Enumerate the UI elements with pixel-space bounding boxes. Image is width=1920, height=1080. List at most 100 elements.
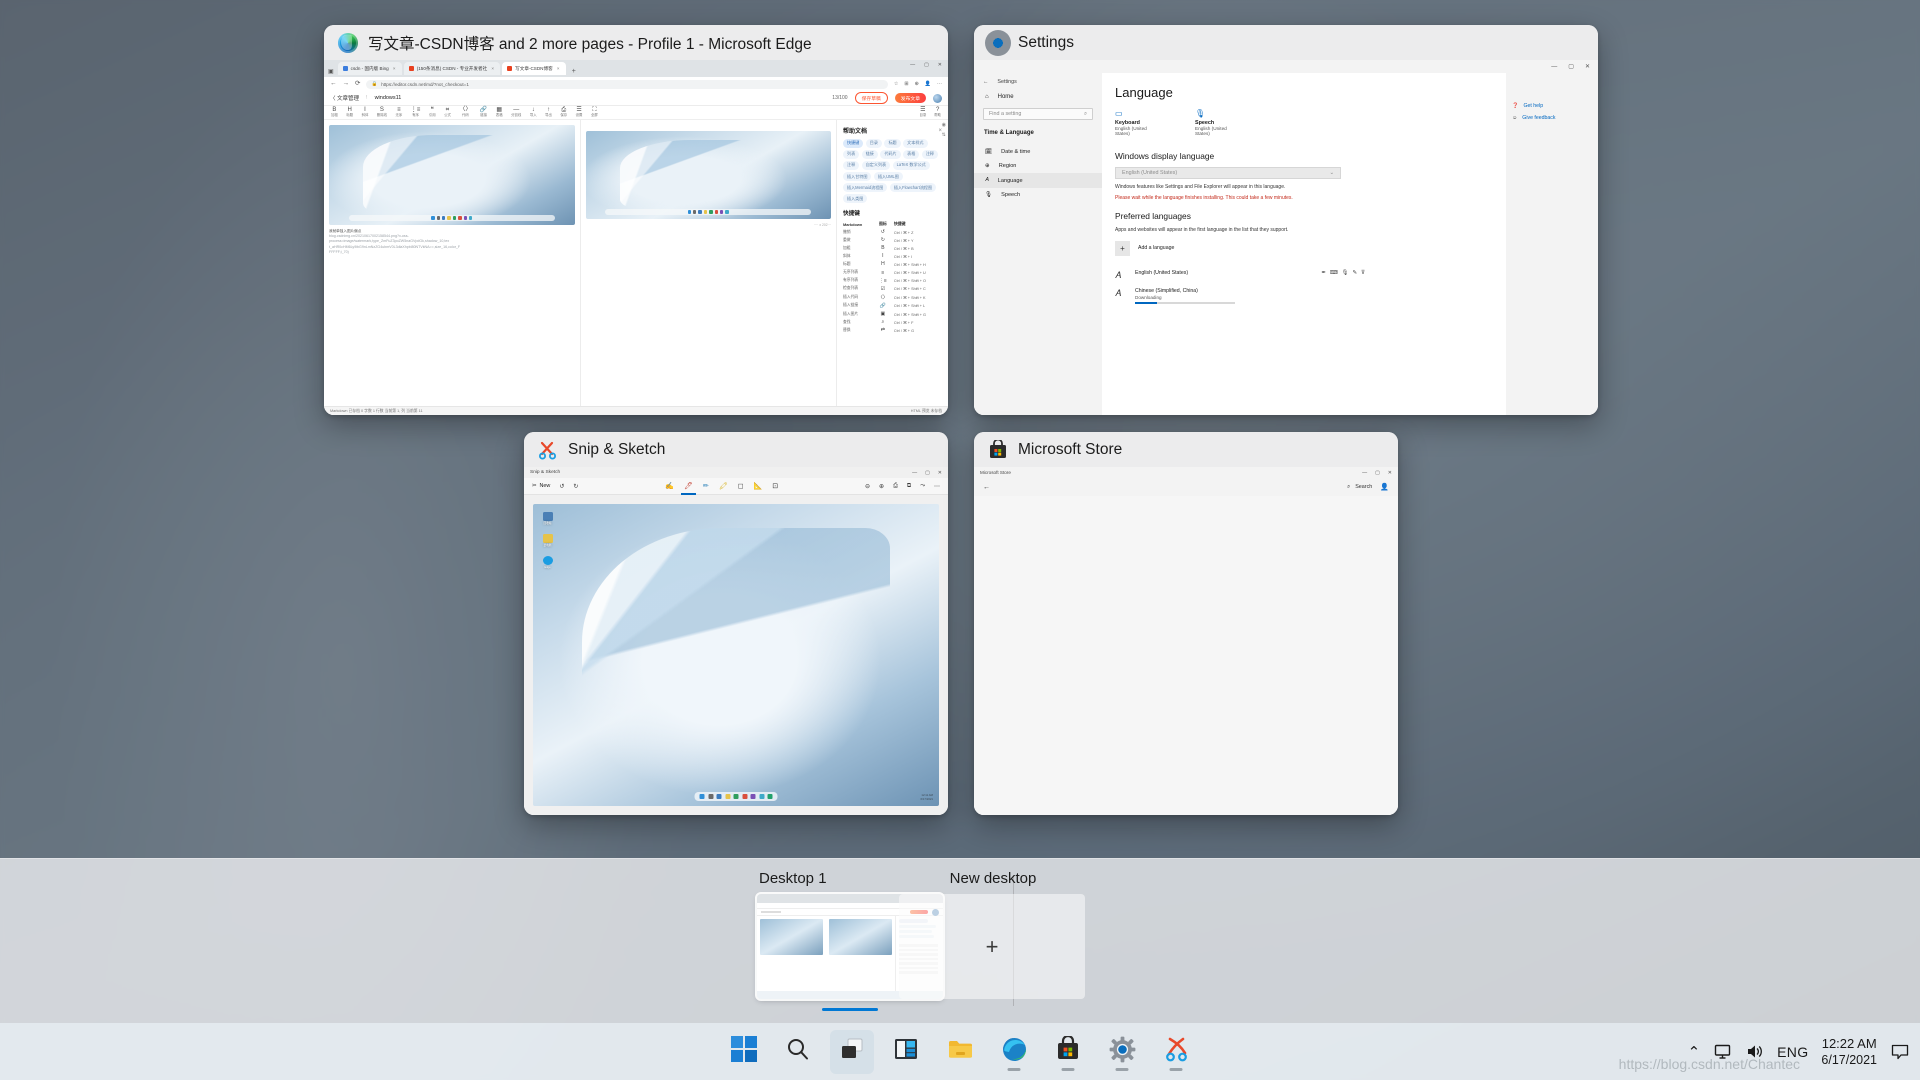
settings-window-preview[interactable]: — ▢ ✕ ← Settings ⌂ Home Find a setting ⌕…	[974, 60, 1598, 415]
collections-icon[interactable]: ⊞	[904, 81, 908, 87]
help-tag[interactable]: 链接	[861, 150, 878, 159]
zoom-in-icon[interactable]: ⊕	[879, 483, 884, 490]
format-tool[interactable]: ⎙ 保存	[560, 107, 567, 118]
file-explorer-button[interactable]	[938, 1030, 982, 1074]
window-card-snip[interactable]: Snip & Sketch Snip & Sketch — ▢ ✕ ✂ New	[524, 432, 948, 815]
microphone-icon[interactable]: 🎙	[1342, 270, 1349, 276]
widgets-button[interactable]	[884, 1030, 928, 1074]
format-tool[interactable]: H 标题	[346, 107, 353, 118]
edge-button[interactable]	[992, 1030, 1036, 1074]
back-arrow-icon[interactable]: ←	[330, 80, 337, 88]
format-tool[interactable]: B 加粗	[331, 107, 338, 118]
editor-side-buttons[interactable]: ◉ ⇅	[942, 122, 946, 138]
clock[interactable]: 12:22 AM 6/17/2021	[1821, 1036, 1877, 1068]
csdn-editor-header[interactable]: 〈 文章管理 ! windows11 13/100 保存草稿 发布文章	[324, 91, 948, 106]
save-draft-button[interactable]: 保存草稿	[854, 92, 888, 104]
forward-arrow-icon[interactable]: →	[343, 80, 350, 88]
crop-icon[interactable]: ⊡	[772, 482, 778, 490]
snip-window-preview[interactable]: Snip & Sketch — ▢ ✕ ✂ New ↺ ↻ ✍ 🖊 ✏ 🖍 ◻ …	[524, 467, 948, 815]
settings-content-pane[interactable]: Language ▭ Keyboard English (United Stat…	[1102, 73, 1506, 415]
csdn-editor-area[interactable]: 我就单独入图片偏点 blog.csdnimg.cn/20210617002158…	[324, 120, 948, 406]
format-tool[interactable]: ⌗ 公式	[444, 107, 451, 118]
touch-writing-icon[interactable]: ✍	[665, 482, 674, 490]
language-list-item-chinese[interactable]: 𝐴 Chinese (Simplified, China) Downloadin…	[1115, 284, 1365, 309]
snip-toolbar[interactable]: ✂ New ↺ ↻ ✍ 🖊 ✏ 🖍 ◻ 📐 ⊡ ⊖ ⊕ ⎙ ⧉ ⤳ ⋯	[524, 478, 948, 495]
zoom-out-icon[interactable]: ⊖	[865, 483, 870, 490]
help-tag[interactable]: 自定义列表	[861, 161, 891, 170]
maximize-icon[interactable]: ▢	[924, 62, 929, 68]
help-tag[interactable]: 插入甘特图	[843, 172, 872, 181]
edge-tab-strip[interactable]: ▣ csdn - 国内版 Bing × (150条消息) CSDN - 专业开发…	[324, 60, 948, 77]
tab-close-icon[interactable]: ×	[556, 66, 561, 71]
text-icon[interactable]: ⊽	[1361, 270, 1365, 276]
help-tag[interactable]: 快捷键	[843, 139, 864, 148]
format-tool[interactable]: 〈〉 代码	[459, 107, 471, 118]
snip-annotation-tools[interactable]: ✍ 🖊 ✏ 🖍 ◻ 📐 ⊡	[665, 482, 778, 495]
redo-icon[interactable]: ↻	[573, 483, 578, 490]
format-tool[interactable]: ▦ 表格	[496, 107, 503, 118]
format-tool[interactable]: ☰ 设置	[576, 107, 583, 118]
snip-button[interactable]	[1154, 1030, 1198, 1074]
eraser-icon[interactable]: ◻	[738, 482, 744, 490]
quick-setting-speech[interactable]: 🎙 Speech English (United States)	[1195, 109, 1239, 137]
keyboard-icon[interactable]: ⌨	[1330, 270, 1338, 276]
csdn-format-toolbar[interactable]: B 加粗 H 标题 I 斜体 S 删除线 ≡ 无序 ⋮≡ 有序 ❝ 引用 ⌗ 公式 〈〉 代码 🔗…	[324, 106, 948, 120]
settings-back-button[interactable]: ← Settings	[983, 79, 1093, 85]
extensions-icon[interactable]: ⊕	[915, 81, 919, 87]
help-tag[interactable]: 注释	[843, 161, 860, 170]
edge-toolbar[interactable]: ← → ⟳ 🔒 https://editor.csdn.net/md/?not_…	[324, 77, 948, 91]
language-action-icons[interactable]: ✒ ⌨ 🎙 ✎ ⊽	[1321, 270, 1365, 276]
window-card-store[interactable]: Microsoft Store Microsoft Store — ▢ ✕ ← …	[974, 432, 1398, 815]
browser-tab-3[interactable]: 写文章-CSDN博客 ×	[502, 62, 566, 75]
settings-window-controls[interactable]: — ▢ ✕	[974, 60, 1598, 73]
format-tool[interactable]: ❝ 引用	[429, 107, 436, 118]
store-window-preview[interactable]: Microsoft Store — ▢ ✕ ← ⌕ Search 👤	[974, 467, 1398, 815]
quick-settings-row[interactable]: ▭ Keyboard English (United States) 🎙 Spe…	[1115, 109, 1506, 137]
edge-window-preview[interactable]: ▣ csdn - 国内版 Bing × (150条消息) CSDN - 专业开发…	[324, 60, 948, 415]
language-list-item-english[interactable]: 𝐴 English (United States) ✒ ⌨ 🎙 ✎ ⊽	[1115, 266, 1365, 284]
address-bar[interactable]: 🔒 https://editor.csdn.net/md/?not_checko…	[366, 79, 888, 89]
ruler-icon[interactable]: 📐	[754, 482, 763, 490]
desktop-entry-new[interactable]: New desktop +	[899, 870, 1085, 999]
pencil-icon[interactable]: ✏	[703, 482, 709, 490]
help-tag[interactable]: 插入Flowchart流程图	[889, 183, 937, 192]
help-tag-list[interactable]: 快捷键 目录 标题 文本样式 列表 链接 代码片 表格 注释 注释 自定义列表 …	[843, 139, 942, 204]
tab-close-icon[interactable]: ×	[490, 66, 495, 71]
back-arrow-icon[interactable]: ←	[983, 484, 990, 491]
format-tool[interactable]: ↑ 导出	[545, 107, 552, 118]
help-tag[interactable]: LaTeX 数学公式	[892, 161, 930, 170]
snip-canvas[interactable]: 回收站 此电脑 Edge 12:11 AM 6/17/2021	[533, 504, 939, 806]
pen-icon[interactable]: ✒	[1321, 270, 1326, 276]
format-tool[interactable]: ≡ 无序	[396, 107, 403, 118]
format-tool[interactable]: ⋮≡ 有序	[411, 107, 421, 118]
give-feedback-link[interactable]: ☺ Give feedback	[1512, 115, 1598, 121]
sidebar-item-speech[interactable]: 🎙 Speech	[983, 188, 1093, 202]
help-doc-panel[interactable]: 帮助文档 × 快捷键 目录 标题 文本样式 列表 链接 代码片 表格 注释 注释…	[836, 120, 948, 406]
help-tag[interactable]: 目录	[865, 139, 882, 148]
editor-text-block[interactable]: 我就单独入图片偏点 blog.csdnimg.cn/20210617002158…	[329, 229, 575, 255]
chat-icon[interactable]	[1890, 1042, 1910, 1062]
task-view-button[interactable]	[830, 1029, 874, 1074]
article-manage-link[interactable]: 〈 文章管理	[330, 94, 359, 102]
sidebar-item-language[interactable]: 𝐴 Language	[974, 173, 1102, 188]
minimize-icon[interactable]: —	[1362, 470, 1367, 476]
sync-scroll-icon[interactable]: ⇅	[942, 132, 946, 138]
save-icon[interactable]: ⎙	[893, 483, 898, 490]
snip-window-controls[interactable]: — ▢ ✕	[912, 470, 942, 476]
new-tab-button[interactable]: +	[568, 68, 580, 75]
maximize-icon[interactable]: ▢	[925, 470, 930, 476]
more-icon[interactable]: ⋯	[934, 483, 940, 490]
start-button[interactable]	[722, 1030, 766, 1074]
new-desktop-button[interactable]: +	[899, 894, 1085, 999]
favorite-star-icon[interactable]: ☆	[894, 81, 898, 87]
get-help-link[interactable]: ❓ Get help	[1512, 103, 1598, 109]
close-icon[interactable]: ✕	[938, 470, 942, 476]
markdown-preview-pane[interactable]: ···· x 202···	[581, 120, 837, 406]
snip-right-tools[interactable]: ⊖ ⊕ ⎙ ⧉ ⤳ ⋯	[865, 483, 940, 490]
refresh-icon[interactable]: ⟳	[355, 80, 360, 88]
help-tag[interactable]: 插入UML图	[873, 172, 903, 181]
virtual-desktops-strip[interactable]: Desktop 1 New desktop +	[0, 858, 1920, 1023]
markdown-editor-pane[interactable]: 我就单独入图片偏点 blog.csdnimg.cn/20210617002158…	[324, 120, 581, 406]
account-icon[interactable]: 👤	[1380, 483, 1389, 491]
share-icon[interactable]: ⤳	[920, 483, 925, 490]
